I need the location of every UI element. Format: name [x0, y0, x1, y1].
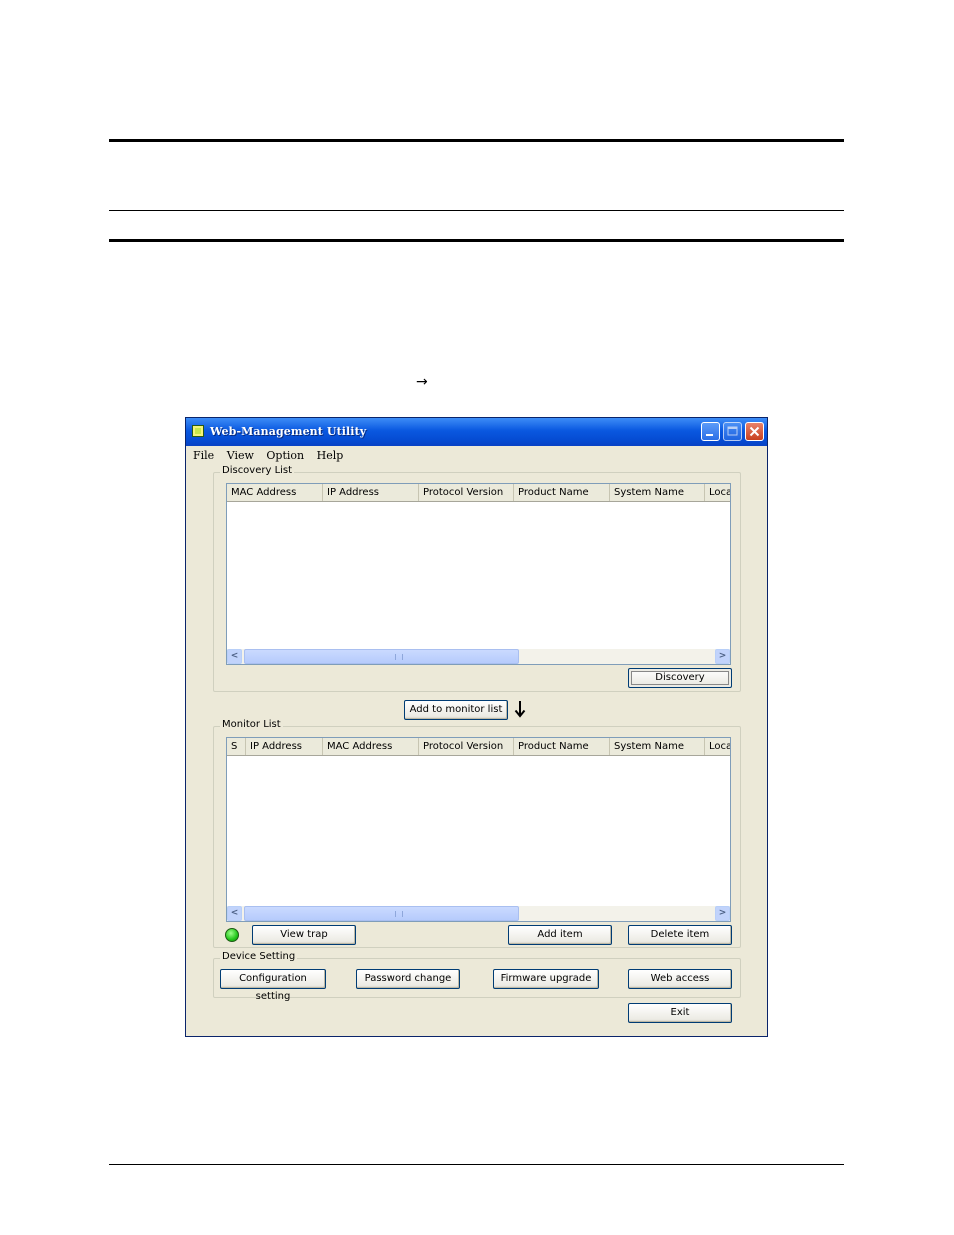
window-title: Web-Management Utility — [210, 425, 367, 438]
menu-view[interactable]: View — [227, 449, 254, 462]
column-system-name[interactable]: System Name — [610, 738, 705, 755]
footer-rule — [109, 1164, 844, 1165]
scroll-right-button[interactable]: > — [715, 906, 730, 921]
scroll-thumb[interactable] — [244, 649, 519, 664]
add-item-button[interactable]: Add item — [508, 925, 612, 945]
minimize-icon — [706, 434, 713, 436]
configuration-setting-button[interactable]: Configuration setting — [220, 969, 326, 1002]
section-rule-lower — [109, 239, 844, 242]
scroll-right-button[interactable]: > — [715, 649, 730, 664]
top-rule — [109, 139, 844, 142]
view-trap-button[interactable]: View trap — [252, 925, 356, 945]
discovery-button[interactable]: Discovery — [628, 668, 732, 688]
column-location[interactable]: Loca — [705, 738, 730, 755]
discovery-group-label: Discovery List — [220, 465, 295, 476]
device-setting-group-label: Device Setting — [220, 951, 298, 962]
app-icon — [192, 425, 204, 437]
status-led-icon — [225, 928, 239, 942]
password-change-button[interactable]: Password change — [356, 969, 460, 989]
monitor-list[interactable]: S IP Address MAC Address Protocol Versio… — [226, 737, 731, 922]
menu-bar: File View Option Help — [193, 449, 352, 462]
app-window: Web-Management Utility File View Option … — [185, 417, 768, 1037]
column-ip-address[interactable]: IP Address — [246, 738, 323, 755]
section-rule-upper — [109, 210, 844, 211]
scroll-left-button[interactable]: < — [227, 906, 242, 921]
column-product-name[interactable]: Product Name — [514, 738, 610, 755]
column-mac-address[interactable]: MAC Address — [227, 484, 323, 501]
title-bar[interactable]: Web-Management Utility — [186, 418, 767, 446]
column-product-name[interactable]: Product Name — [514, 484, 610, 501]
menu-file[interactable]: File — [193, 449, 214, 462]
add-to-monitor-button[interactable]: Add to monitor list — [404, 700, 508, 720]
column-mac-address[interactable]: MAC Address — [323, 738, 419, 755]
close-icon — [749, 426, 760, 437]
grip-icon — [395, 911, 403, 917]
discovery-hscrollbar[interactable]: < > — [227, 649, 730, 664]
discovery-list[interactable]: MAC Address IP Address Protocol Version … — [226, 483, 731, 665]
discovery-list-header: MAC Address IP Address Protocol Version … — [227, 484, 730, 502]
column-protocol-version[interactable]: Protocol Version — [419, 738, 514, 755]
maximize-icon — [727, 426, 738, 436]
scroll-left-button[interactable]: < — [227, 649, 242, 664]
close-button[interactable] — [745, 422, 764, 441]
grip-icon — [395, 654, 403, 660]
minimize-button[interactable] — [701, 422, 720, 441]
column-system-name[interactable]: System Name — [610, 484, 705, 501]
monitor-list-header: S IP Address MAC Address Protocol Versio… — [227, 738, 730, 756]
maximize-button[interactable] — [723, 422, 742, 441]
exit-button[interactable]: Exit — [628, 1003, 732, 1023]
column-protocol-version[interactable]: Protocol Version — [419, 484, 514, 501]
column-location[interactable]: Loca — [705, 484, 730, 501]
menu-option[interactable]: Option — [266, 449, 304, 462]
column-ip-address[interactable]: IP Address — [323, 484, 419, 501]
column-status[interactable]: S — [227, 738, 246, 755]
down-arrow-icon — [514, 701, 526, 718]
delete-item-button[interactable]: Delete item — [628, 925, 732, 945]
menu-help[interactable]: Help — [317, 449, 344, 462]
scroll-thumb[interactable] — [244, 906, 519, 921]
web-access-button[interactable]: Web access — [628, 969, 732, 989]
monitor-hscrollbar[interactable]: < > — [227, 906, 730, 921]
right-arrow-icon: → — [416, 374, 428, 390]
firmware-upgrade-button[interactable]: Firmware upgrade — [493, 969, 599, 989]
monitor-group-label: Monitor List — [220, 719, 283, 730]
